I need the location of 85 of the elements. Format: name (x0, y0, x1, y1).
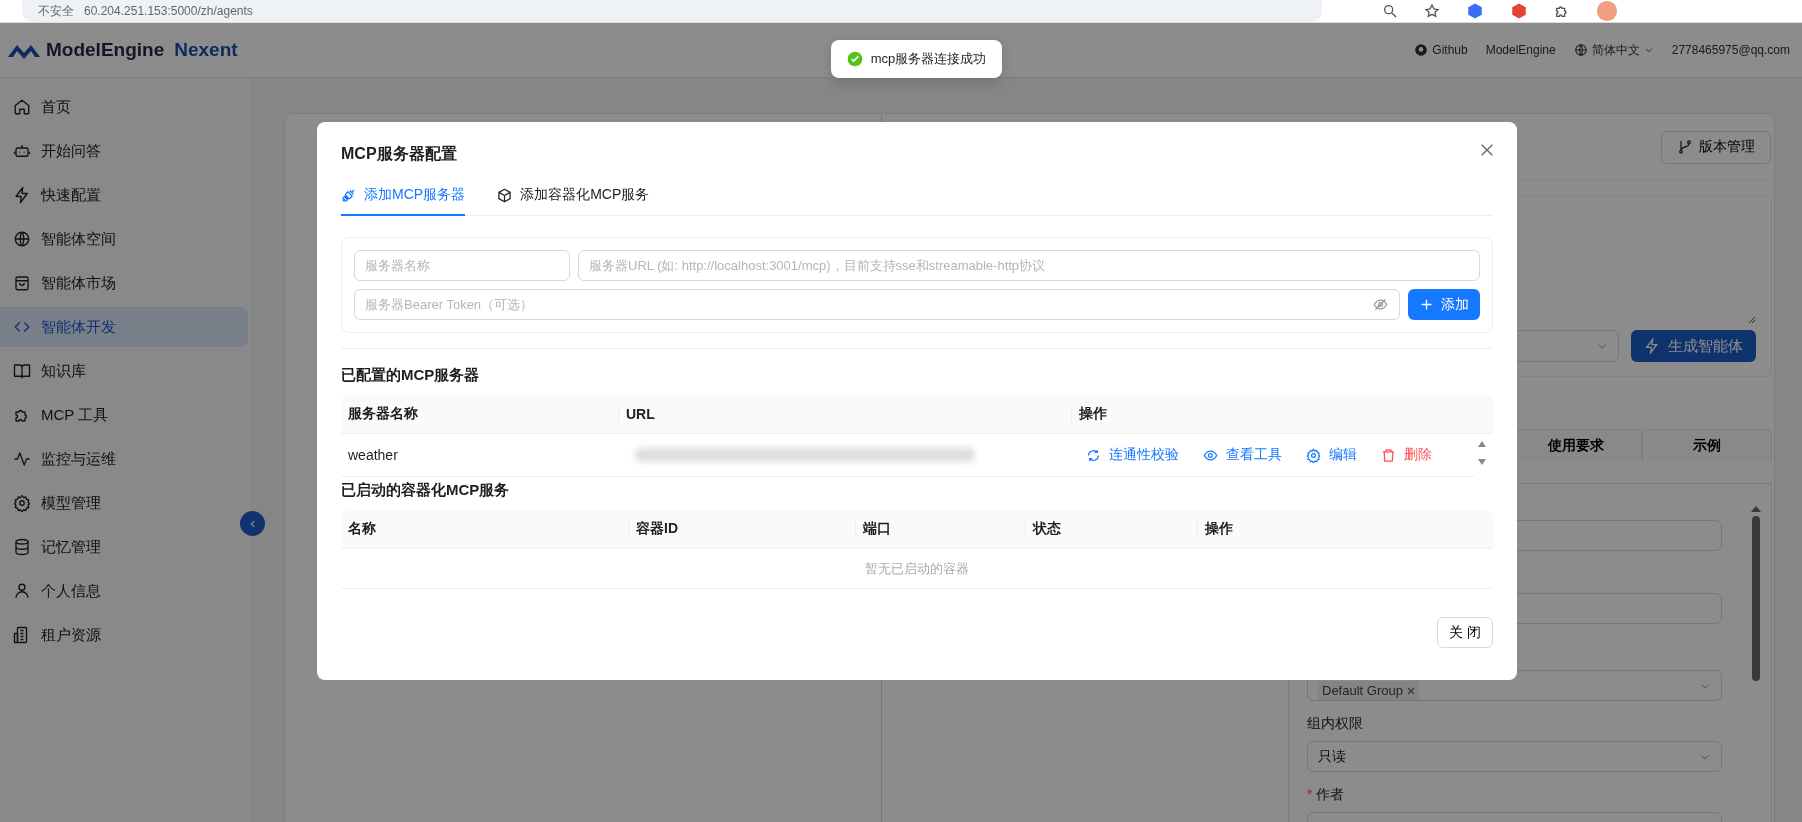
sidebar-item[interactable]: 记忆管理 (0, 527, 248, 567)
collapse-button[interactable] (240, 511, 265, 536)
hidden-eye-icon[interactable] (1373, 297, 1388, 312)
tab[interactable]: 添加MCP服务器 (341, 180, 466, 216)
caret-icon (1643, 45, 1654, 55)
search-icon[interactable] (1382, 3, 1398, 19)
database-icon (13, 538, 31, 556)
bag-icon (13, 274, 31, 292)
tab[interactable]: 示例 (1641, 429, 1772, 461)
settings-icon (1306, 447, 1321, 463)
sidebar-item[interactable]: 快速配置 (0, 175, 248, 215)
toast: mcp服务器连接成功 (831, 40, 1002, 78)
security-label: 不安全 (38, 2, 74, 20)
user-icon (13, 582, 31, 600)
resize-handle-icon[interactable] (1748, 316, 1756, 324)
trash-icon (1381, 447, 1396, 463)
table-cell: weather (341, 434, 618, 477)
settings-icon (13, 494, 31, 512)
add-button[interactable]: 添加 (1408, 289, 1480, 320)
extension-icon[interactable] (1466, 2, 1484, 20)
sidebar-item[interactable]: 监控与运维 (0, 439, 248, 479)
lightning-icon (13, 186, 31, 204)
sidebar-item[interactable]: 智能体空间 (0, 219, 248, 259)
empty-state-text: 暂无已启动的容器 (341, 549, 1493, 589)
header-link[interactable]: Github (1414, 43, 1468, 57)
input-field[interactable]: 服务器名称 (354, 250, 570, 281)
required-mark: * (1307, 786, 1313, 804)
generate-button[interactable]: 生成智能体 (1631, 330, 1756, 362)
brand-name: ModelEngine (46, 39, 165, 61)
address-bar[interactable]: 不安全 60.204.251.153:5000/zh/agents (22, 0, 1322, 22)
column-header: 操作 (1071, 405, 1493, 423)
star-icon[interactable] (1424, 3, 1440, 19)
column-header: 容器ID (628, 520, 855, 538)
refresh-icon (1086, 447, 1101, 463)
input-field[interactable]: 服务器URL (如: http://localhost:3001/mcp)，目前支持sse和streamable-http协议 (578, 250, 1480, 281)
lightning-icon (1644, 338, 1660, 354)
sidebar-item[interactable]: MCP 工具 (0, 395, 248, 435)
sidebar-item[interactable]: 租户资源 (0, 615, 248, 655)
pulse-icon (13, 450, 31, 468)
permission-select[interactable]: 只读 (1307, 741, 1722, 772)
sidebar-item[interactable]: 智能体开发 (0, 307, 248, 347)
user-email[interactable]: 2778465975@qq.com (1671, 43, 1790, 57)
action-link[interactable]: 查看工具 (1203, 446, 1282, 464)
column-header: 端口 (855, 520, 1025, 538)
column-header: 服务器名称 (347, 405, 419, 423)
sidebar-item[interactable]: 模型管理 (0, 483, 248, 523)
puzzle-icon[interactable] (1554, 3, 1570, 19)
scroll-arrows-icon[interactable] (1477, 440, 1487, 466)
url-text: 60.204.251.153:5000/zh/agents (84, 4, 253, 18)
globe-icon (1573, 43, 1588, 57)
tab[interactable]: 添加容器化MCP服务 (497, 180, 650, 216)
eye-icon (1203, 447, 1218, 463)
plus-icon (1419, 298, 1433, 311)
column-header: URL (618, 406, 1071, 422)
sidebar-item[interactable]: 智能体市场 (0, 263, 248, 303)
action-link[interactable]: 连通性校验 (1086, 446, 1179, 464)
sidebar-item[interactable]: 个人信息 (0, 571, 248, 611)
modal-title: MCP服务器配置 (341, 144, 457, 164)
language-selector[interactable]: 简体中文 (1573, 41, 1654, 59)
cube-icon (497, 187, 513, 203)
globe-icon (13, 230, 31, 248)
version-button[interactable]: 版本管理 (1661, 130, 1771, 164)
header-link[interactable]: ModelEngine (1485, 43, 1556, 57)
sidebar-item[interactable]: 首页 (0, 87, 248, 127)
product-name: Nexent (174, 39, 238, 61)
close-icon[interactable] (1406, 686, 1415, 695)
home-icon (13, 98, 31, 116)
column-header: 状态 (1025, 520, 1197, 538)
extension-icon[interactable] (1510, 2, 1528, 20)
robot-icon (13, 142, 31, 160)
input-field[interactable]: 服务器Bearer Token（可选） (354, 289, 1400, 320)
plug-icon (341, 187, 356, 203)
sidebar-item[interactable]: 知识库 (0, 351, 248, 391)
field-label: 组内权限 (1307, 715, 1364, 733)
field-label: 作者 (1316, 786, 1345, 804)
column-header: 操作 (1197, 520, 1493, 538)
section-title: 已配置的MCP服务器 (341, 366, 481, 385)
sidebar-item[interactable]: 开始问答 (0, 131, 248, 171)
action-link[interactable]: 删除 (1381, 446, 1432, 464)
section-title: 已启动的容器化MCP服务 (341, 481, 511, 500)
action-link[interactable]: 编辑 (1306, 446, 1357, 464)
book-icon (13, 362, 31, 380)
branch-icon (1677, 139, 1693, 155)
close-button[interactable]: 关 闭 (1437, 617, 1493, 648)
column-header: 名称 (347, 520, 377, 538)
